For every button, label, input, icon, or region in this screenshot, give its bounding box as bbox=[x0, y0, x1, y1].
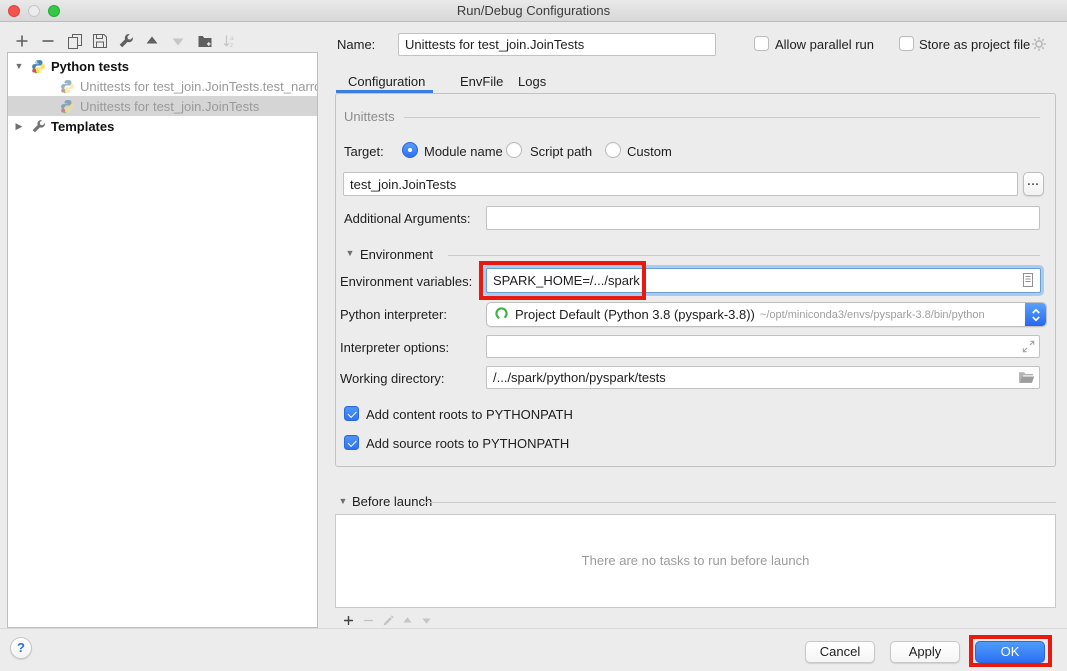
move-task-up-icon[interactable] bbox=[400, 613, 414, 627]
run-debug-configurations-dialog: Run/Debug Configurations az ▼ Python tes… bbox=[0, 0, 1067, 671]
move-down-icon[interactable] bbox=[170, 33, 187, 50]
ok-button[interactable]: OK bbox=[975, 641, 1045, 663]
group-separator bbox=[404, 117, 1040, 118]
environment-section-label: Environment bbox=[360, 247, 433, 263]
additional-arguments-input[interactable] bbox=[486, 206, 1040, 230]
remove-configuration-icon[interactable] bbox=[40, 33, 57, 50]
before-launch-collapse-icon[interactable]: ▼ bbox=[337, 496, 349, 506]
empty-tasks-message: There are no tasks to run before launch bbox=[336, 515, 1055, 607]
gear-icon[interactable] bbox=[1030, 35, 1047, 52]
working-directory-input[interactable] bbox=[486, 366, 1040, 389]
environment-variables-input[interactable] bbox=[486, 268, 1041, 293]
target-custom-radio[interactable] bbox=[605, 142, 621, 158]
new-folder-icon[interactable] bbox=[197, 33, 214, 50]
tree-item-unittests-jointests-selected[interactable]: Unittests for test_join.JoinTests bbox=[8, 96, 317, 116]
add-source-roots-label: Add source roots to PYTHONPATH bbox=[366, 436, 569, 452]
name-input[interactable] bbox=[398, 33, 716, 56]
target-module-name-radio[interactable] bbox=[402, 142, 418, 158]
interpreter-value: Project Default (Python 3.8 (pyspark-3.8… bbox=[515, 307, 755, 322]
before-launch-separator bbox=[420, 502, 1056, 503]
tree-item-python-tests[interactable]: ▼ Python tests bbox=[8, 56, 317, 76]
chevron-up-down-icon[interactable] bbox=[1025, 303, 1046, 326]
tree-item-label: Templates bbox=[51, 119, 114, 134]
tab-logs[interactable]: Logs bbox=[518, 73, 546, 90]
templates-wrench-icon bbox=[31, 119, 46, 134]
python-interpreter-label: Python interpreter: bbox=[340, 307, 447, 323]
expand-icon[interactable]: ▶ bbox=[13, 121, 25, 132]
working-directory-label: Working directory: bbox=[340, 371, 445, 387]
unittests-group-label: Unittests bbox=[344, 109, 395, 125]
python-tests-icon bbox=[31, 59, 46, 74]
environment-separator bbox=[448, 255, 1040, 256]
move-task-down-icon[interactable] bbox=[419, 613, 433, 627]
expand-field-icon[interactable] bbox=[1020, 338, 1036, 354]
target-script-path-radio[interactable] bbox=[506, 142, 522, 158]
tab-configuration[interactable]: Configuration bbox=[348, 73, 425, 90]
zoom-button[interactable] bbox=[48, 5, 60, 17]
edit-templates-icon[interactable] bbox=[118, 33, 135, 50]
tree-item-templates[interactable]: ▶ Templates bbox=[8, 116, 317, 136]
svg-text:a: a bbox=[230, 35, 234, 42]
python-test-config-icon bbox=[60, 99, 75, 114]
tree-item-label: Unittests for test_join.JoinTests.test_n… bbox=[80, 79, 317, 94]
save-configuration-icon[interactable] bbox=[92, 33, 109, 50]
environment-variables-label: Environment variables: bbox=[340, 274, 472, 290]
additional-arguments-label: Additional Arguments: bbox=[344, 211, 470, 227]
name-label: Name: bbox=[337, 37, 375, 53]
remove-task-icon[interactable] bbox=[361, 613, 375, 627]
add-source-roots-checkbox[interactable] bbox=[344, 435, 359, 450]
store-as-project-file-checkbox[interactable] bbox=[899, 36, 914, 51]
tree-item-unittests-test-narrow[interactable]: Unittests for test_join.JoinTests.test_n… bbox=[8, 76, 317, 96]
before-launch-task-list: There are no tasks to run before launch bbox=[335, 514, 1056, 608]
allow-parallel-run-checkbox[interactable] bbox=[754, 36, 769, 51]
tree-item-label: Unittests for test_join.JoinTests bbox=[80, 99, 259, 114]
tree-item-label: Python tests bbox=[51, 59, 129, 74]
collapse-icon[interactable]: ▼ bbox=[13, 61, 25, 71]
move-up-icon[interactable] bbox=[144, 33, 161, 50]
sort-alphabetically-icon[interactable]: az bbox=[222, 33, 239, 50]
target-custom-label[interactable]: Custom bbox=[627, 144, 672, 160]
environment-collapse-icon[interactable]: ▼ bbox=[344, 248, 356, 258]
tab-envfile[interactable]: EnvFile bbox=[460, 73, 503, 90]
add-task-icon[interactable] bbox=[341, 613, 355, 627]
add-content-roots-checkbox[interactable] bbox=[344, 406, 359, 421]
add-configuration-icon[interactable] bbox=[14, 33, 31, 50]
apply-button[interactable]: Apply bbox=[890, 641, 960, 663]
svg-text:z: z bbox=[230, 42, 233, 49]
store-as-project-file-label: Store as project file bbox=[919, 37, 1030, 53]
folder-icon[interactable] bbox=[1017, 369, 1035, 385]
footer-separator bbox=[0, 628, 1067, 629]
edit-task-icon[interactable] bbox=[381, 613, 395, 627]
interpreter-options-label: Interpreter options: bbox=[340, 340, 449, 356]
copy-configuration-icon[interactable] bbox=[67, 33, 84, 50]
browse-button[interactable]: ... bbox=[1023, 172, 1044, 196]
target-label: Target: bbox=[344, 144, 384, 160]
conda-interpreter-icon bbox=[494, 306, 509, 324]
python-test-config-icon bbox=[60, 79, 75, 94]
interpreter-path: ~/opt/miniconda3/envs/pyspark-3.8/bin/py… bbox=[760, 309, 985, 321]
target-module-name-label[interactable]: Module name bbox=[424, 144, 503, 160]
window-title: Run/Debug Configurations bbox=[0, 0, 1067, 21]
minimize-button[interactable] bbox=[28, 5, 40, 17]
close-button[interactable] bbox=[8, 5, 20, 17]
target-script-path-label[interactable]: Script path bbox=[530, 144, 592, 160]
cancel-button[interactable]: Cancel bbox=[805, 641, 875, 663]
interpreter-options-input[interactable] bbox=[486, 335, 1040, 358]
help-button[interactable]: ? bbox=[10, 637, 32, 659]
add-content-roots-label: Add content roots to PYTHONPATH bbox=[366, 407, 573, 423]
module-name-input[interactable] bbox=[343, 172, 1018, 196]
title-bar: Run/Debug Configurations bbox=[0, 0, 1067, 22]
configurations-tree: ▼ Python tests Unittests for test_join.J… bbox=[7, 52, 318, 628]
edit-variables-icon[interactable] bbox=[1019, 271, 1037, 289]
allow-parallel-run-label: Allow parallel run bbox=[775, 37, 874, 53]
python-interpreter-select[interactable]: Project Default (Python 3.8 (pyspark-3.8… bbox=[486, 302, 1047, 327]
